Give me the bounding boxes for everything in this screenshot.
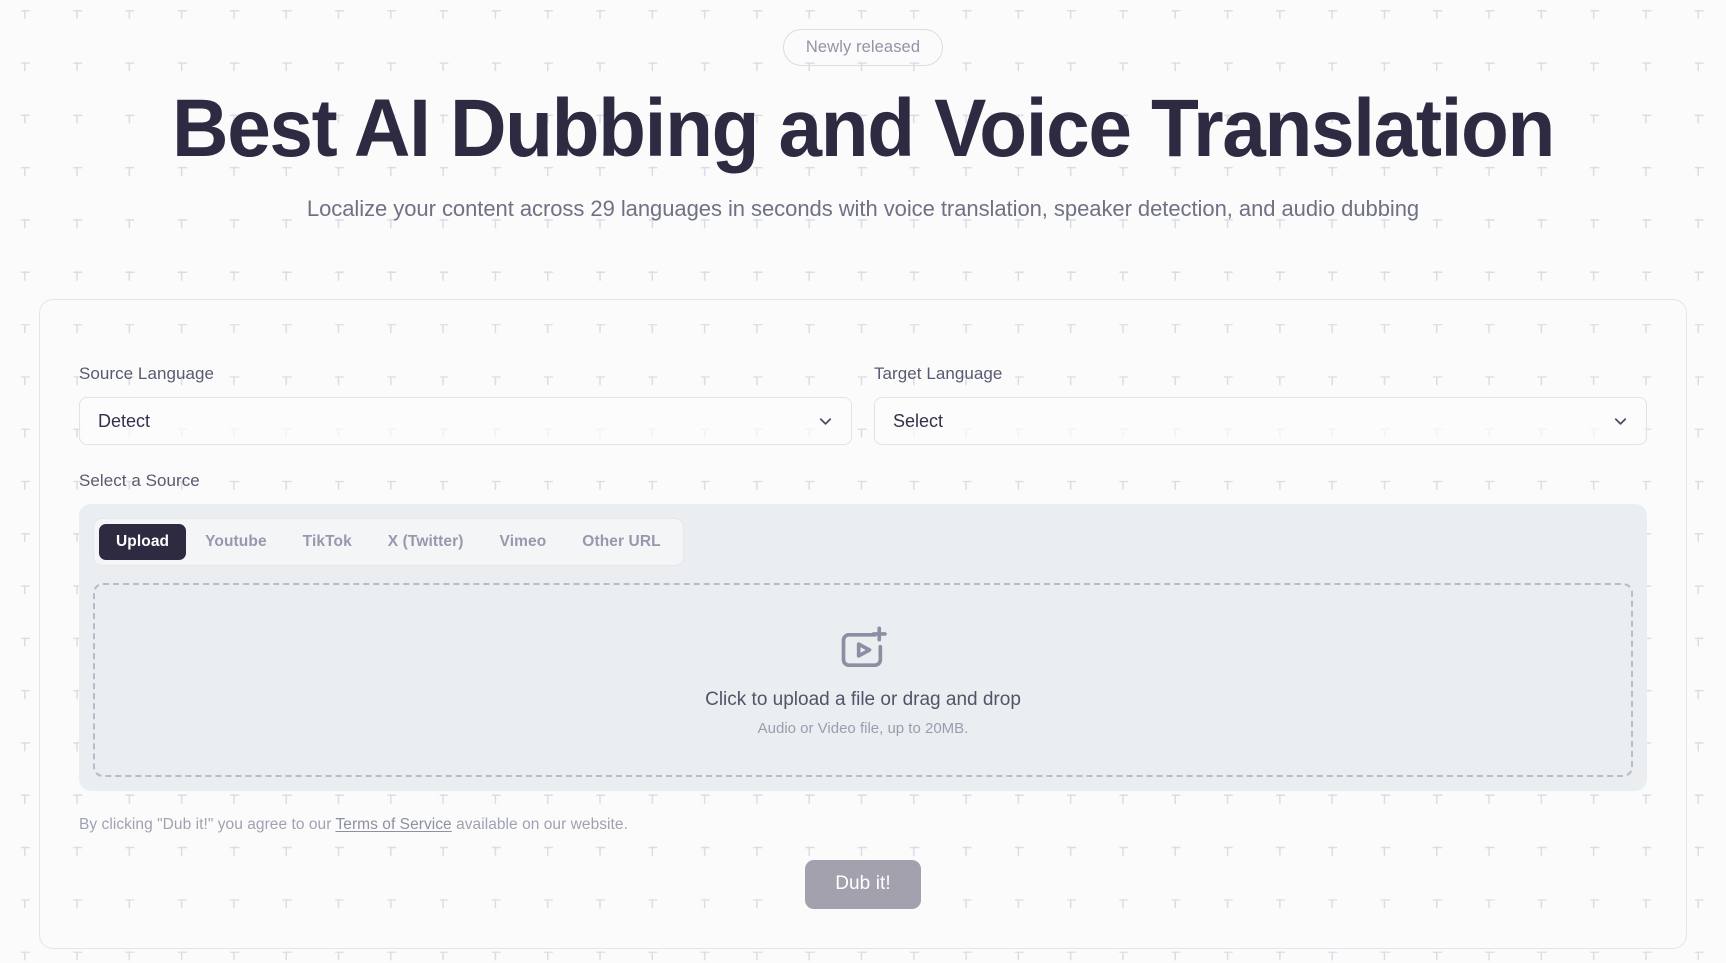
dubbing-form-card: Source Language Detect Target Language S… xyxy=(39,299,1687,949)
tab-vimeo[interactable]: Vimeo xyxy=(483,524,564,560)
terms-notice: By clicking "Dub it!" you agree to our T… xyxy=(79,816,1647,834)
tab-other-url[interactable]: Other URL xyxy=(565,524,677,560)
tab-youtube[interactable]: Youtube xyxy=(188,524,284,560)
source-language-group: Source Language Detect xyxy=(79,364,852,445)
dropzone-primary-text: Click to upload a file or drag and drop xyxy=(705,688,1021,710)
tab-upload[interactable]: Upload xyxy=(99,524,187,560)
source-language-select[interactable]: Detect xyxy=(79,397,852,445)
source-tabs: Upload Youtube TikTok X (Twitter) Vimeo … xyxy=(93,518,684,566)
tab-x-twitter[interactable]: X (Twitter) xyxy=(371,524,481,560)
terms-of-service-link[interactable]: Terms of Service xyxy=(336,816,452,833)
language-selectors-row: Source Language Detect Target Language S… xyxy=(79,364,1647,445)
tab-tiktok[interactable]: TikTok xyxy=(286,524,369,560)
hero-section: Newly released Best AI Dubbing and Voice… xyxy=(0,0,1726,222)
page-title: Best AI Dubbing and Voice Translation xyxy=(171,83,1555,175)
terms-suffix: available on our website. xyxy=(451,816,628,833)
chevron-down-icon xyxy=(819,417,832,425)
source-language-label: Source Language xyxy=(79,364,214,383)
select-a-source-label: Select a Source xyxy=(79,471,200,490)
source-language-value: Detect xyxy=(98,410,151,431)
target-language-label: Target Language xyxy=(874,364,1003,383)
terms-prefix: By clicking "Dub it!" you agree to our xyxy=(79,816,336,833)
target-language-group: Target Language Select xyxy=(874,364,1647,445)
source-panel: Upload Youtube TikTok X (Twitter) Vimeo … xyxy=(79,504,1647,791)
target-language-value: Select xyxy=(893,410,944,431)
video-plus-icon xyxy=(841,625,887,667)
dub-it-button[interactable]: Dub it! xyxy=(805,860,921,909)
newly-released-badge: Newly released xyxy=(782,29,944,67)
target-language-select[interactable]: Select xyxy=(874,397,1647,445)
dropzone-secondary-text: Audio or Video file, up to 20MB. xyxy=(757,719,969,737)
submit-row: Dub it! xyxy=(79,860,1647,909)
chevron-down-icon xyxy=(1614,417,1627,425)
page-subtitle: Localize your content across 29 language… xyxy=(306,196,1420,222)
file-upload-dropzone[interactable]: Click to upload a file or drag and drop … xyxy=(93,583,1633,777)
